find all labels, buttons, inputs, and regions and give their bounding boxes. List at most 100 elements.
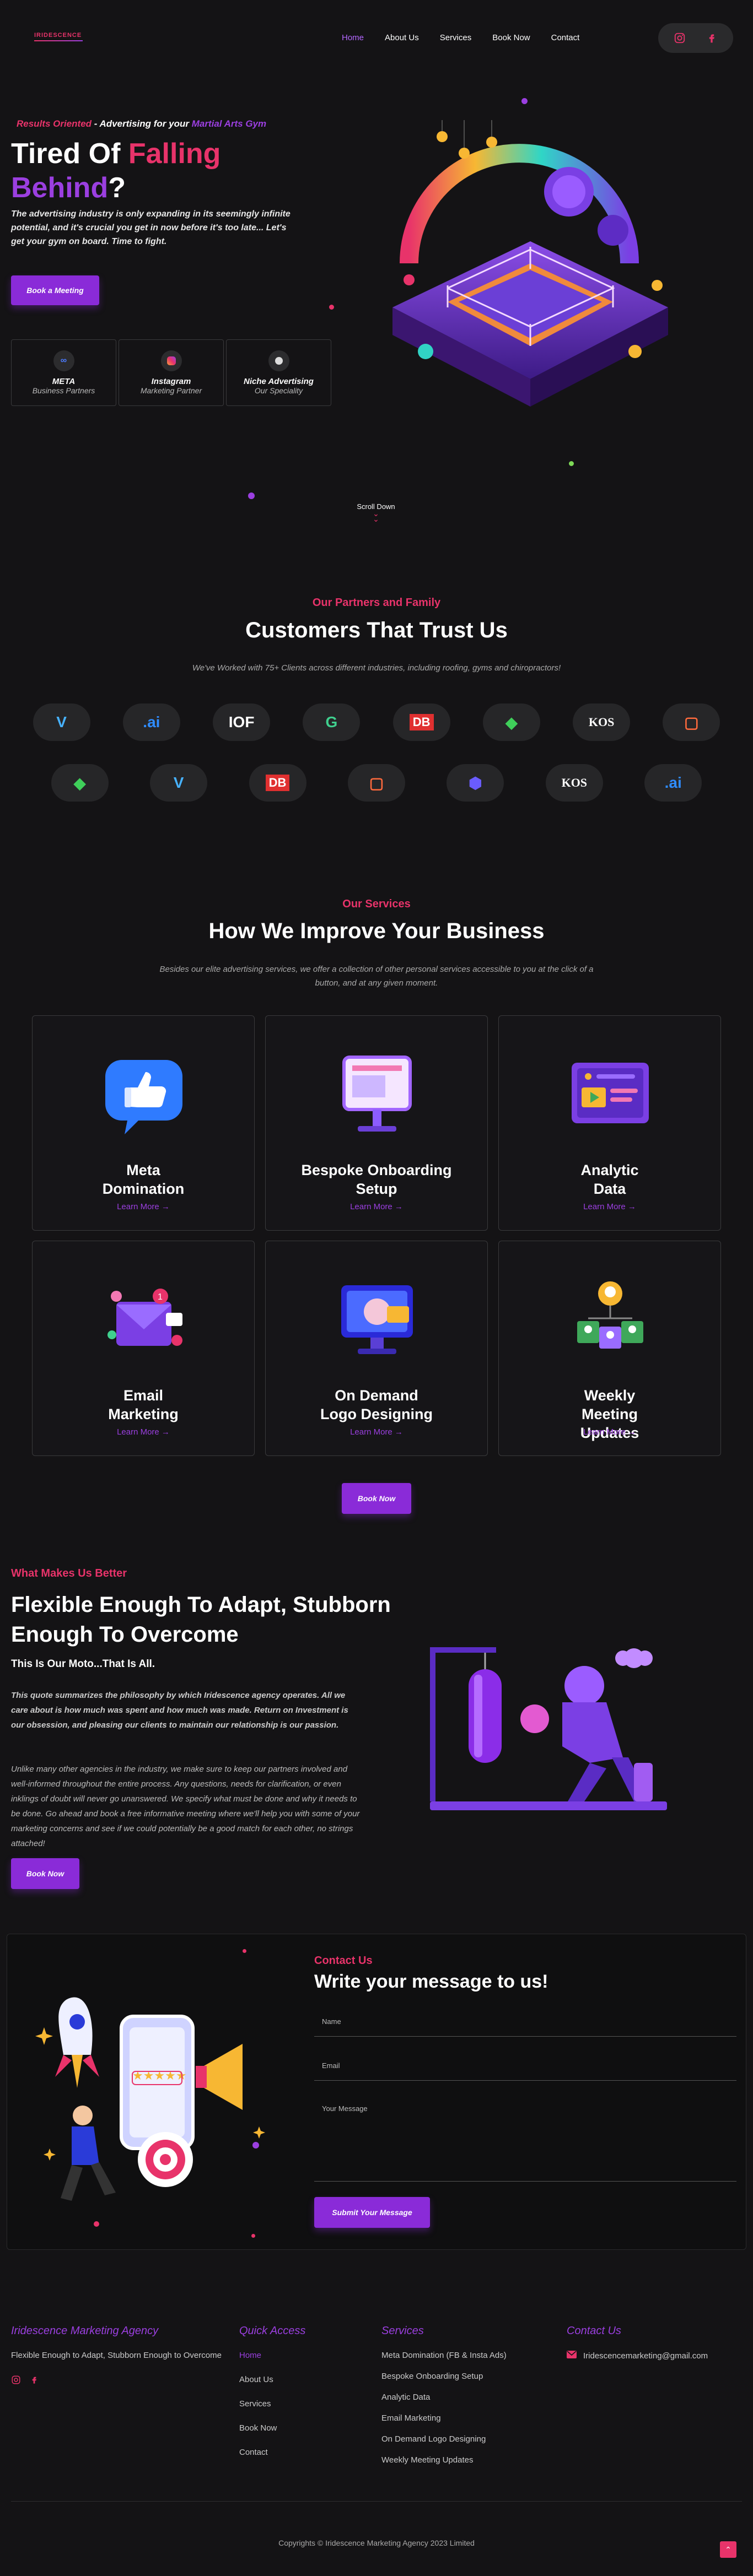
decor-dot (251, 2234, 255, 2238)
footer-link-book-now[interactable]: Book Now (239, 2423, 349, 2433)
footer-brand: Iridescence Marketing Agency (11, 2325, 159, 2337)
logo-design-monitor-icon (341, 1285, 413, 1354)
brand-logo[interactable]: IRIDESCENCE (34, 32, 84, 44)
message-placeholder: Your Message (322, 2104, 368, 2113)
footer-brand-column: Iridescence Marketing Agency Flexible En… (11, 2325, 232, 2388)
footer-service-link[interactable]: Meta Domination (FB & Insta Ads) (381, 2351, 547, 2360)
partner-logo: V (150, 764, 208, 802)
meta-icon: ∞ (53, 350, 74, 371)
footer-email[interactable]: Iridescencemarketing@gmail.com (567, 2351, 743, 2361)
nav-about[interactable]: About Us (385, 33, 419, 42)
footer-quick-title: Quick Access (239, 2325, 306, 2337)
partner-logos-row-2: ◆ V DB ▢ ⬢ KOS .ai (0, 764, 753, 802)
partner-logos-row-1: V .ai IOF G DB ◆ KOS ▢ (0, 703, 753, 741)
svg-text:1: 1 (158, 1292, 163, 1302)
contact-kicker: Contact Us (314, 1955, 373, 1967)
partner-logo: ▢ (663, 703, 720, 741)
learn-more-link[interactable]: Learn More → (266, 1202, 487, 1211)
logo-underline (34, 40, 83, 41)
service-card-email[interactable]: 1 Email Marketing Learn More → (32, 1241, 255, 1456)
instagram-icon (160, 350, 182, 371)
main-menu: Home About Us Services Book Now Contact (342, 33, 579, 42)
partner-logo-text: .ai (143, 713, 160, 730)
badge-subtitle: Marketing Partner (140, 386, 202, 395)
partner-logo: KOS (573, 703, 631, 741)
learn-more-link[interactable]: Learn More → (33, 1427, 254, 1437)
learn-more-link[interactable]: Learn More → (266, 1427, 487, 1437)
partner-logo-text: ◆ (505, 713, 518, 731)
service-card-onboarding[interactable]: Bespoke Onboarding Setup Learn More → (265, 1015, 488, 1231)
about-book-now-button[interactable]: Book Now (11, 1858, 79, 1889)
mail-icon (567, 2351, 577, 2361)
partner-logo: ▢ (347, 764, 405, 802)
boxing-ring-illustration (392, 120, 668, 407)
service-card-meta-domination[interactable]: Meta Domination Learn More → (32, 1015, 255, 1231)
facebook-icon[interactable] (704, 31, 719, 45)
service-title: On Demand Logo Designing (320, 1387, 433, 1422)
name-field[interactable]: Name (314, 2017, 736, 2037)
about-kicker: What Makes Us Better (11, 1567, 127, 1579)
footer-service-link[interactable]: Email Marketing (381, 2413, 547, 2423)
nav-contact[interactable]: Contact (551, 33, 580, 42)
footer-social (11, 2375, 232, 2388)
partner-logo: .ai (644, 764, 702, 802)
hero-tag-middle: - Advertising for your (92, 118, 192, 129)
services-book-now-button[interactable]: Book Now (342, 1483, 411, 1514)
service-card-meetings[interactable]: Weekly Meeting Updates Learn More → (498, 1241, 721, 1456)
footer-service-link[interactable]: On Demand Logo Designing (381, 2434, 547, 2444)
footer-link-contact[interactable]: Contact (239, 2448, 349, 2457)
footer-services-title: Services (381, 2325, 424, 2337)
badge-title: Niche Advertising (244, 377, 314, 386)
service-card-analytics[interactable]: Analytic Data Learn More → (498, 1015, 721, 1231)
badge-subtitle: Our Speciality (254, 386, 303, 395)
partner-logo: IOF (213, 703, 271, 741)
about-paragraph-1: This quote summarizes the philosophy by … (11, 1691, 348, 1730)
partner-logo: ⬢ (447, 764, 504, 802)
rocket-phone-illustration: ★★★★★ (35, 1997, 265, 2201)
footer-service-link[interactable]: Analytic Data (381, 2393, 547, 2402)
facebook-icon[interactable] (30, 2375, 39, 2388)
partner-logo-text: ⬢ (469, 774, 482, 792)
footer-service-link[interactable]: Bespoke Onboarding Setup (381, 2372, 547, 2381)
learn-more-link[interactable]: Learn More → (33, 1202, 254, 1211)
footer-service-link[interactable]: Weekly Meeting Updates (381, 2455, 547, 2465)
analytics-dashboard-icon (572, 1063, 649, 1123)
nav-book-now[interactable]: Book Now (492, 33, 530, 42)
footer-link-services[interactable]: Services (239, 2399, 349, 2409)
message-field[interactable]: Your Message (314, 2104, 736, 2182)
decor-dot (94, 2221, 99, 2227)
nav-services[interactable]: Services (440, 33, 472, 42)
scroll-down-indicator[interactable]: Scroll Down ⌄ ⌄ (348, 502, 404, 523)
hero-title: Tired Of Falling Behind? (11, 137, 320, 205)
footer-link-home[interactable]: Home (239, 2351, 349, 2360)
service-card-logo-design[interactable]: On Demand Logo Designing Learn More → (265, 1241, 488, 1456)
instagram-icon[interactable] (673, 31, 687, 45)
learn-more-link[interactable]: Learn More → (499, 1427, 720, 1437)
services-subtitle: Besides our elite advertising services, … (159, 965, 594, 988)
partner-logo-text: KOS (561, 776, 588, 789)
hero-title-falling: Falling (128, 138, 221, 170)
instagram-icon[interactable] (11, 2375, 21, 2388)
badge-instagram: Instagram Marketing Partner (119, 339, 224, 406)
partner-logo: ◆ (51, 764, 109, 802)
email-field[interactable]: Email (314, 2061, 736, 2081)
chevron-down-icon: ⌄ ⌄ (373, 509, 379, 523)
partner-logo: ◆ (482, 703, 540, 741)
book-meeting-button[interactable]: Book a Meeting (11, 275, 99, 305)
chevron-up-icon: ⌃ (725, 2545, 732, 2554)
submit-message-button[interactable]: Submit Your Message (314, 2197, 430, 2228)
target-icon (268, 350, 289, 371)
partner-logo: .ai (122, 703, 180, 741)
footer-link-about[interactable]: About Us (239, 2375, 349, 2384)
service-title: Analytic Data (580, 1162, 639, 1197)
hero-tag-results: Results Oriented (17, 118, 92, 129)
back-to-top-button[interactable]: ⌃ (720, 2541, 736, 2558)
nav-home[interactable]: Home (342, 33, 364, 42)
partners-title: Customers That Trust Us (245, 618, 508, 642)
learn-more-link[interactable]: Learn More → (499, 1202, 720, 1211)
services-kicker: Our Services (342, 898, 411, 910)
partner-logo-text: DB (409, 714, 434, 730)
about-title: Flexible Enough To Adapt, Stubborn Enoug… (11, 1593, 391, 1647)
team-meeting-icon (577, 1281, 643, 1349)
partner-badges: ∞ META Business Partners Instagram Marke… (11, 339, 331, 406)
